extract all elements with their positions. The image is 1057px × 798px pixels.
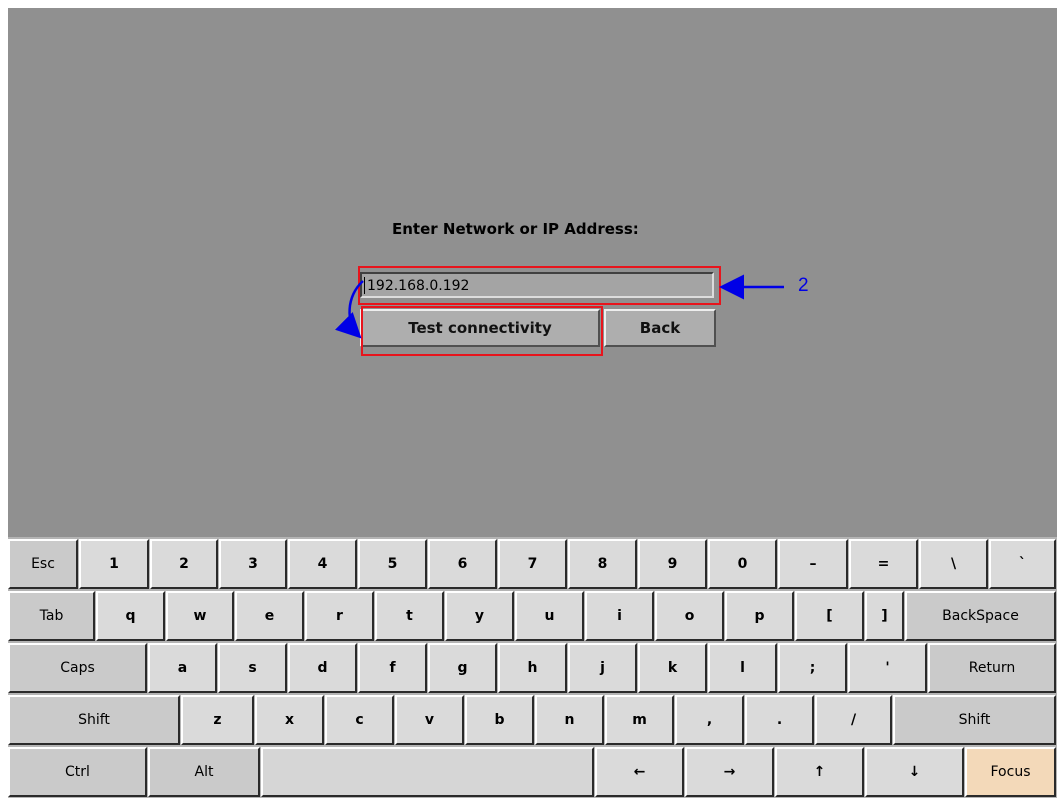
- key-b[interactable]: b: [465, 695, 534, 745]
- key-5[interactable]: 5: [358, 539, 427, 589]
- key-equals[interactable]: =: [849, 539, 918, 589]
- key-right-bracket[interactable]: ]: [865, 591, 904, 641]
- ip-address-value: 192.168.0.192: [367, 278, 470, 294]
- key-l[interactable]: l: [708, 643, 777, 693]
- key-right-arrow[interactable]: →: [685, 747, 774, 797]
- key-c[interactable]: c: [325, 695, 394, 745]
- key-7[interactable]: 7: [498, 539, 567, 589]
- key-q[interactable]: q: [96, 591, 165, 641]
- key-9[interactable]: 9: [638, 539, 707, 589]
- key-h[interactable]: h: [498, 643, 567, 693]
- key-2[interactable]: 2: [150, 539, 218, 589]
- key-ctrl[interactable]: Ctrl: [8, 747, 147, 797]
- key-focus[interactable]: Focus: [965, 747, 1056, 797]
- key-e[interactable]: e: [235, 591, 304, 641]
- key-backslash[interactable]: \: [919, 539, 988, 589]
- key-6[interactable]: 6: [428, 539, 497, 589]
- key-backspace[interactable]: BackSpace: [905, 591, 1056, 641]
- ip-address-input[interactable]: 192.168.0.192: [360, 272, 714, 298]
- key-4[interactable]: 4: [288, 539, 357, 589]
- key-up-arrow[interactable]: ↑: [775, 747, 864, 797]
- key-u[interactable]: u: [515, 591, 584, 641]
- key-period[interactable]: .: [745, 695, 814, 745]
- key-x[interactable]: x: [255, 695, 324, 745]
- key-tab[interactable]: Tab: [8, 591, 95, 641]
- key-backtick[interactable]: `: [989, 539, 1056, 589]
- key-o[interactable]: o: [655, 591, 724, 641]
- key-p[interactable]: p: [725, 591, 794, 641]
- key-comma[interactable]: ,: [675, 695, 744, 745]
- key-caps[interactable]: Caps: [8, 643, 147, 693]
- app-screen: Enter Network or IP Address: 192.168.0.1…: [8, 8, 1057, 798]
- key-8[interactable]: 8: [568, 539, 637, 589]
- key-f[interactable]: f: [358, 643, 427, 693]
- key-j[interactable]: j: [568, 643, 637, 693]
- key-alt[interactable]: Alt: [148, 747, 260, 797]
- key-slash[interactable]: /: [815, 695, 892, 745]
- key-return[interactable]: Return: [928, 643, 1056, 693]
- key-semicolon[interactable]: ;: [778, 643, 847, 693]
- key-a[interactable]: a: [148, 643, 217, 693]
- key-shift-right[interactable]: Shift: [893, 695, 1056, 745]
- key-left-arrow[interactable]: ←: [595, 747, 684, 797]
- ip-prompt-label: Enter Network or IP Address:: [392, 220, 639, 238]
- key-v[interactable]: v: [395, 695, 464, 745]
- key-1[interactable]: 1: [79, 539, 149, 589]
- back-button[interactable]: Back: [604, 309, 716, 347]
- key-esc[interactable]: Esc: [8, 539, 78, 589]
- key-w[interactable]: w: [166, 591, 234, 641]
- key-k[interactable]: k: [638, 643, 707, 693]
- annotation-number: 2: [798, 275, 809, 296]
- key-z[interactable]: z: [181, 695, 254, 745]
- on-screen-keyboard: Esc 1 2 3 4 5 6 7 8 9 0– = \ ` Tab q w e r t y u i o p[] BackSpac…: [8, 537, 1057, 798]
- key-g[interactable]: g: [428, 643, 497, 693]
- key-apostrophe[interactable]: ': [848, 643, 927, 693]
- key-s[interactable]: s: [218, 643, 287, 693]
- key-0[interactable]: 0: [708, 539, 777, 589]
- key-n[interactable]: n: [535, 695, 604, 745]
- key-i[interactable]: i: [585, 591, 654, 641]
- key-space[interactable]: [261, 747, 594, 797]
- key-left-bracket[interactable]: [: [795, 591, 864, 641]
- key-shift-left[interactable]: Shift: [8, 695, 180, 745]
- key-r[interactable]: r: [305, 591, 374, 641]
- key-3[interactable]: 3: [219, 539, 287, 589]
- key-down-arrow[interactable]: ↓: [865, 747, 964, 797]
- text-caret: [364, 277, 365, 294]
- key-y[interactable]: y: [445, 591, 514, 641]
- key-t[interactable]: t: [375, 591, 444, 641]
- key-m[interactable]: m: [605, 695, 674, 745]
- test-connectivity-button[interactable]: Test connectivity: [360, 309, 600, 347]
- key-d[interactable]: d: [288, 643, 357, 693]
- key-minus[interactable]: –: [778, 539, 848, 589]
